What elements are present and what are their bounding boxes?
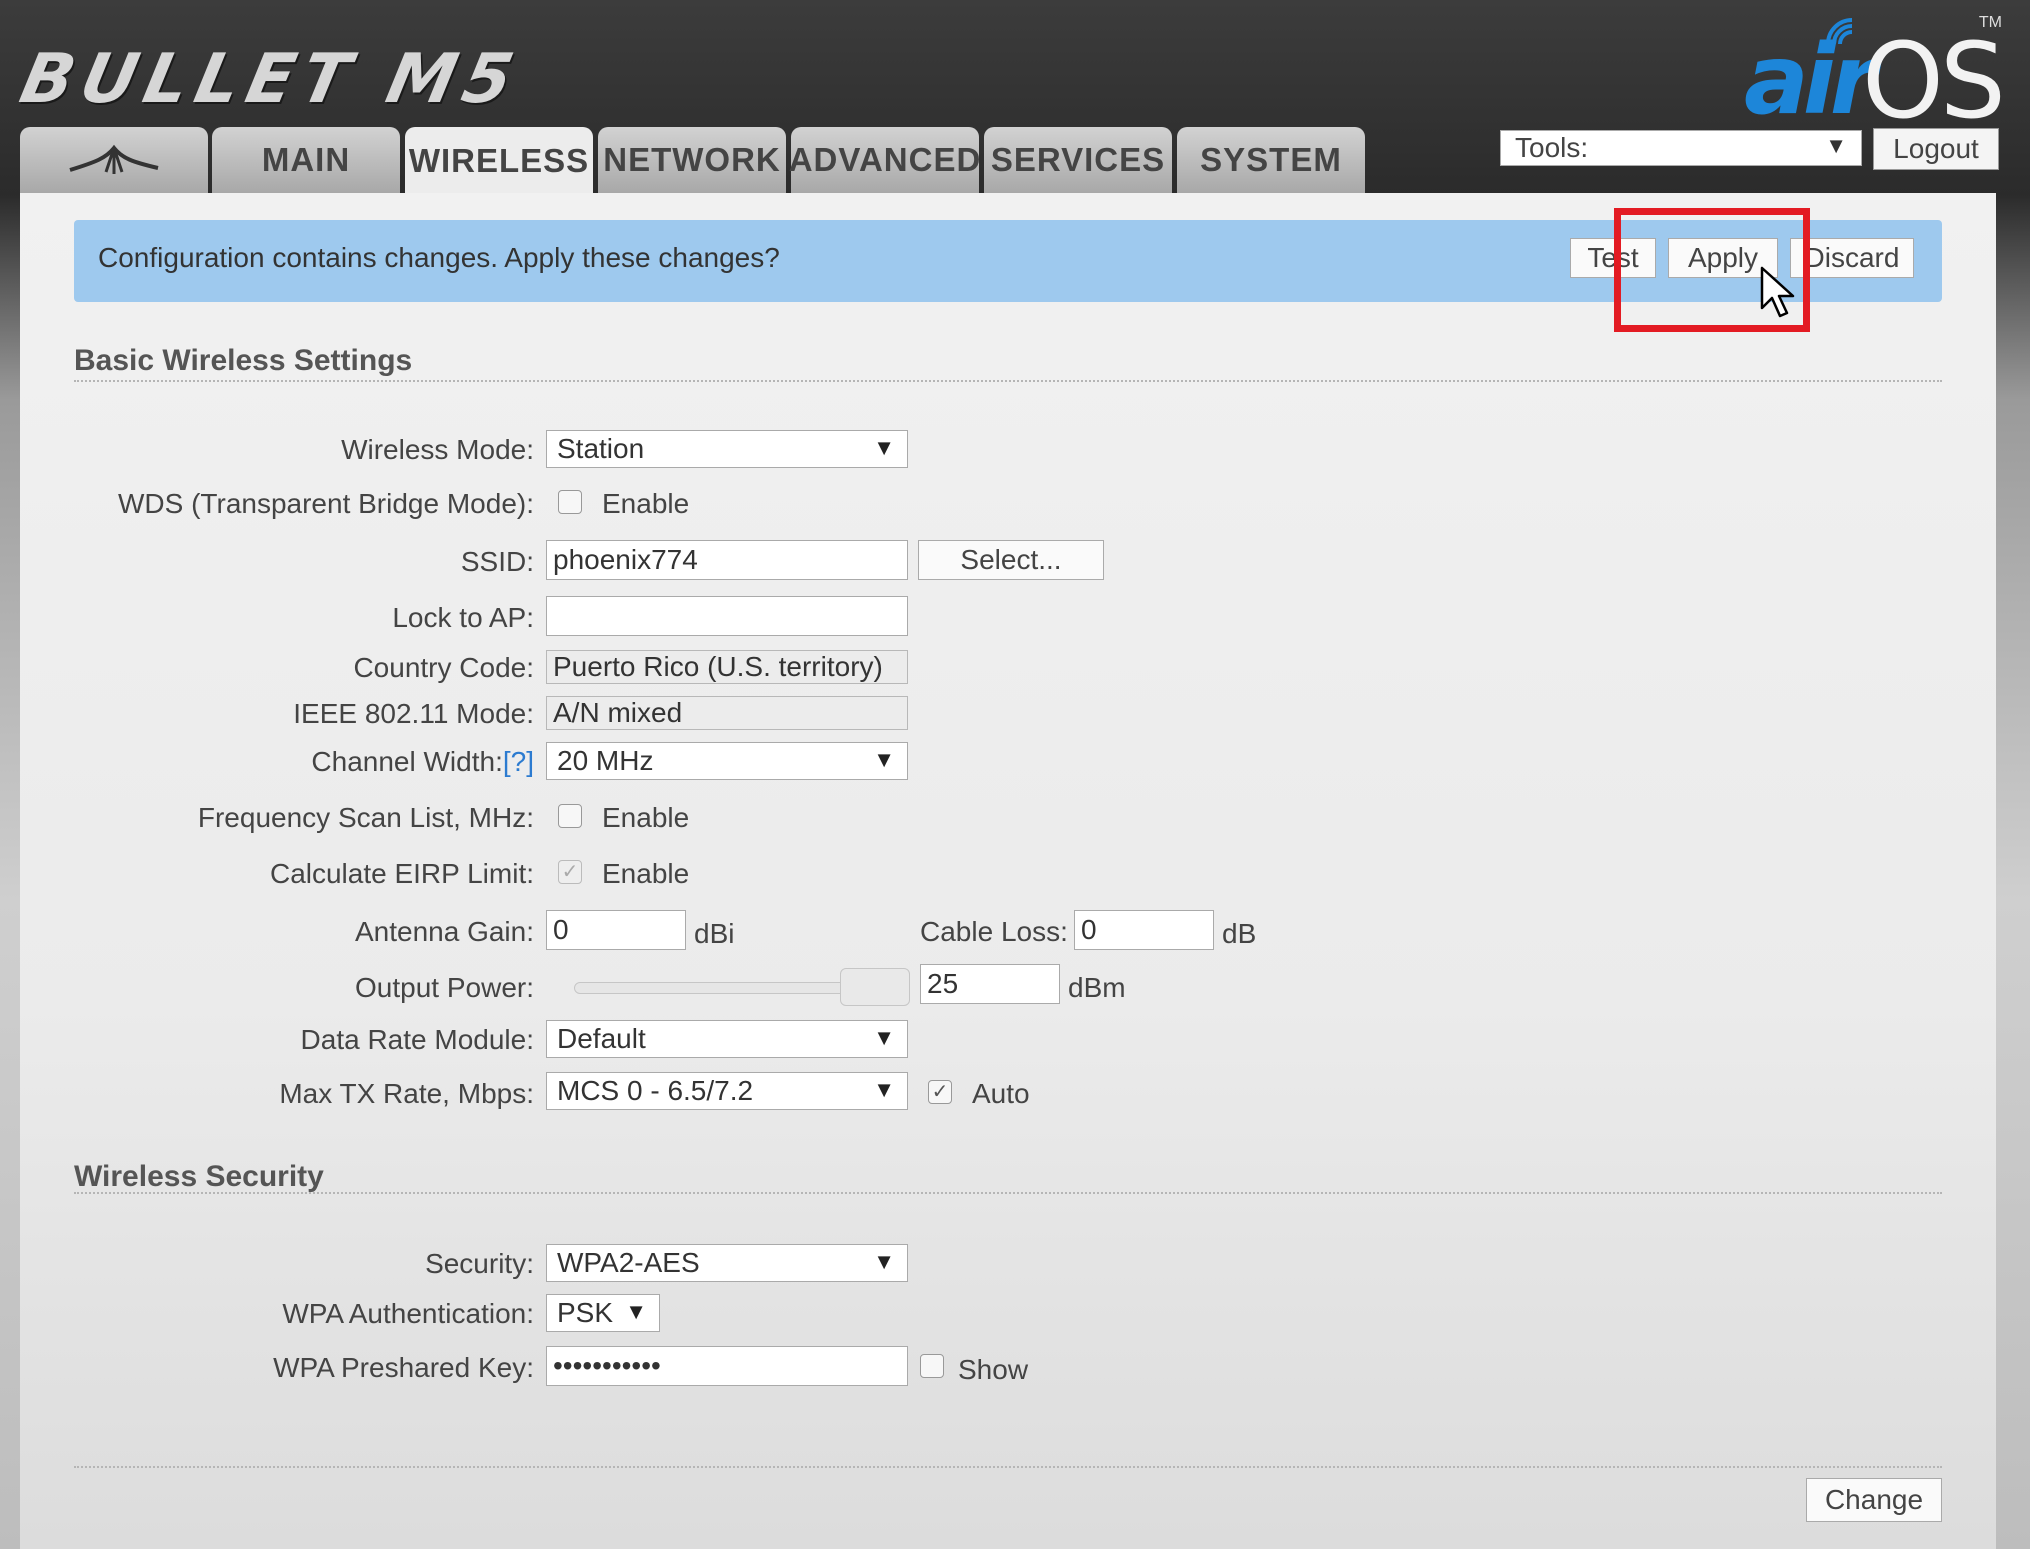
- airos-logo: air OS TM: [1744, 14, 2006, 142]
- cable-loss-label: Cable Loss:: [920, 916, 1068, 947]
- security-label: Security:: [425, 1248, 534, 1279]
- tools-select-label: Tools:: [1515, 132, 1589, 163]
- channel-width-label: Channel Width:[?]: [311, 746, 534, 778]
- tab-system[interactable]: SYSTEM: [1177, 127, 1365, 193]
- security-value: WPA2-AES: [557, 1247, 700, 1278]
- wireless-mode-label: Wireless Mode:: [341, 434, 534, 465]
- basic-wireless-settings-title: Basic Wireless Settings: [74, 344, 413, 377]
- airos-air-text: air: [1744, 24, 1877, 136]
- cable-loss-input[interactable]: 0: [1074, 910, 1214, 950]
- eirp-checkbox: ✓: [558, 860, 582, 884]
- wpa-authentication-select[interactable]: PSK ▼: [546, 1294, 660, 1332]
- security-select[interactable]: WPA2-AES ▼: [546, 1244, 908, 1282]
- tab-advanced[interactable]: ADVANCED: [789, 127, 980, 193]
- antenna-gain-unit: dBi: [694, 918, 735, 949]
- section-divider: [74, 1192, 1942, 1194]
- antenna-gain-label: Antenna Gain:: [354, 916, 534, 947]
- logout-button[interactable]: Logout: [1873, 128, 1999, 170]
- dropdown-arrow-icon: ▼: [873, 747, 895, 772]
- lock-to-ap-label: Lock to AP:: [392, 602, 534, 633]
- dropdown-arrow-icon: ▼: [873, 1249, 895, 1274]
- data-rate-module-label: Data Rate Module:: [300, 1024, 534, 1055]
- wireless-mode-value: Station: [557, 433, 645, 464]
- product-logo: BULLET M5: [13, 40, 528, 119]
- output-power-slider-handle[interactable]: [840, 968, 910, 1006]
- output-power-input[interactable]: 25: [920, 964, 1060, 1004]
- ssid-label: SSID:: [460, 546, 534, 577]
- trademark-mark: TM: [1978, 14, 2002, 31]
- change-button[interactable]: Change: [1806, 1478, 1942, 1522]
- output-power-label: Output Power:: [355, 972, 534, 1003]
- tools-select[interactable]: Tools: ▼: [1500, 130, 1862, 166]
- max-tx-rate-select[interactable]: MCS 0 - 6.5/7.2 ▼: [546, 1072, 908, 1110]
- wds-label: WDS (Transparent Bridge Mode):: [118, 488, 534, 519]
- lock-to-ap-input[interactable]: [546, 596, 908, 636]
- wpa-authentication-value: PSK: [557, 1297, 614, 1328]
- channel-width-label-text: Channel Width:: [311, 746, 503, 777]
- ieee-mode-field: A/N mixed: [546, 696, 908, 730]
- wpa-authentication-label: WPA Authentication:: [282, 1298, 534, 1329]
- tab-wireless[interactable]: WIRELESS: [405, 127, 593, 195]
- channel-width-value: 20 MHz: [557, 745, 654, 776]
- max-tx-rate-label: Max TX Rate, Mbps:: [279, 1078, 534, 1109]
- wpa-preshared-key-label: WPA Preshared Key:: [273, 1352, 534, 1383]
- footer-divider: [74, 1466, 1942, 1468]
- output-power-slider-track[interactable]: [574, 982, 876, 994]
- section-divider: [74, 380, 1942, 382]
- wpa-preshared-key-input[interactable]: •••••••••••: [546, 1346, 908, 1386]
- show-key-checkbox[interactable]: [920, 1354, 944, 1378]
- dropdown-arrow-icon: ▼: [1825, 133, 1847, 158]
- ssid-select-button[interactable]: Select...: [918, 540, 1104, 580]
- wireless-mode-select[interactable]: Station ▼: [546, 430, 908, 468]
- dropdown-arrow-icon: ▼: [873, 1077, 895, 1102]
- dropdown-arrow-icon: ▼: [873, 435, 895, 460]
- mouse-cursor-icon: [1760, 266, 1795, 318]
- max-tx-rate-value: MCS 0 - 6.5/7.2: [557, 1075, 754, 1106]
- wds-enable-label: Enable: [602, 488, 690, 519]
- dropdown-arrow-icon: ▼: [873, 1025, 895, 1050]
- channel-width-help-link[interactable]: [?]: [503, 746, 534, 777]
- max-tx-auto-checkbox[interactable]: ✓: [928, 1080, 952, 1104]
- tab-home-logo[interactable]: [20, 127, 208, 193]
- ieee-mode-label: IEEE 802.11 Mode:: [293, 698, 534, 729]
- eirp-enable-label: Enable: [602, 858, 690, 889]
- wireless-security-title: Wireless Security: [74, 1160, 324, 1193]
- banner-message: Configuration contains changes. Apply th…: [98, 242, 780, 273]
- frequency-scan-label: Frequency Scan List, MHz:: [197, 802, 534, 833]
- wds-enable-checkbox[interactable]: [558, 490, 582, 514]
- data-rate-module-select[interactable]: Default ▼: [546, 1020, 908, 1058]
- show-key-label: Show: [958, 1354, 1029, 1385]
- channel-width-select[interactable]: 20 MHz ▼: [546, 742, 908, 780]
- cable-loss-unit: dB: [1222, 918, 1257, 949]
- airos-os-text: OS: [1862, 20, 2006, 142]
- ssid-input[interactable]: phoenix774: [546, 540, 908, 580]
- country-code-field: Puerto Rico (U.S. territory): [546, 650, 908, 684]
- tab-network[interactable]: NETWORK: [598, 127, 786, 193]
- frequency-scan-enable-label: Enable: [602, 802, 690, 833]
- ubiquiti-logo-icon: [69, 144, 159, 174]
- max-tx-auto-label: Auto: [972, 1078, 1030, 1109]
- dropdown-arrow-icon: ▼: [625, 1299, 647, 1324]
- antenna-gain-input[interactable]: 0: [546, 910, 686, 950]
- output-power-unit: dBm: [1068, 972, 1126, 1003]
- country-code-label: Country Code:: [353, 652, 534, 683]
- tab-main[interactable]: MAIN: [212, 127, 400, 193]
- eirp-label: Calculate EIRP Limit:: [269, 858, 534, 889]
- tab-services[interactable]: SERVICES: [984, 127, 1172, 193]
- data-rate-module-value: Default: [557, 1023, 646, 1054]
- frequency-scan-checkbox[interactable]: [558, 804, 582, 828]
